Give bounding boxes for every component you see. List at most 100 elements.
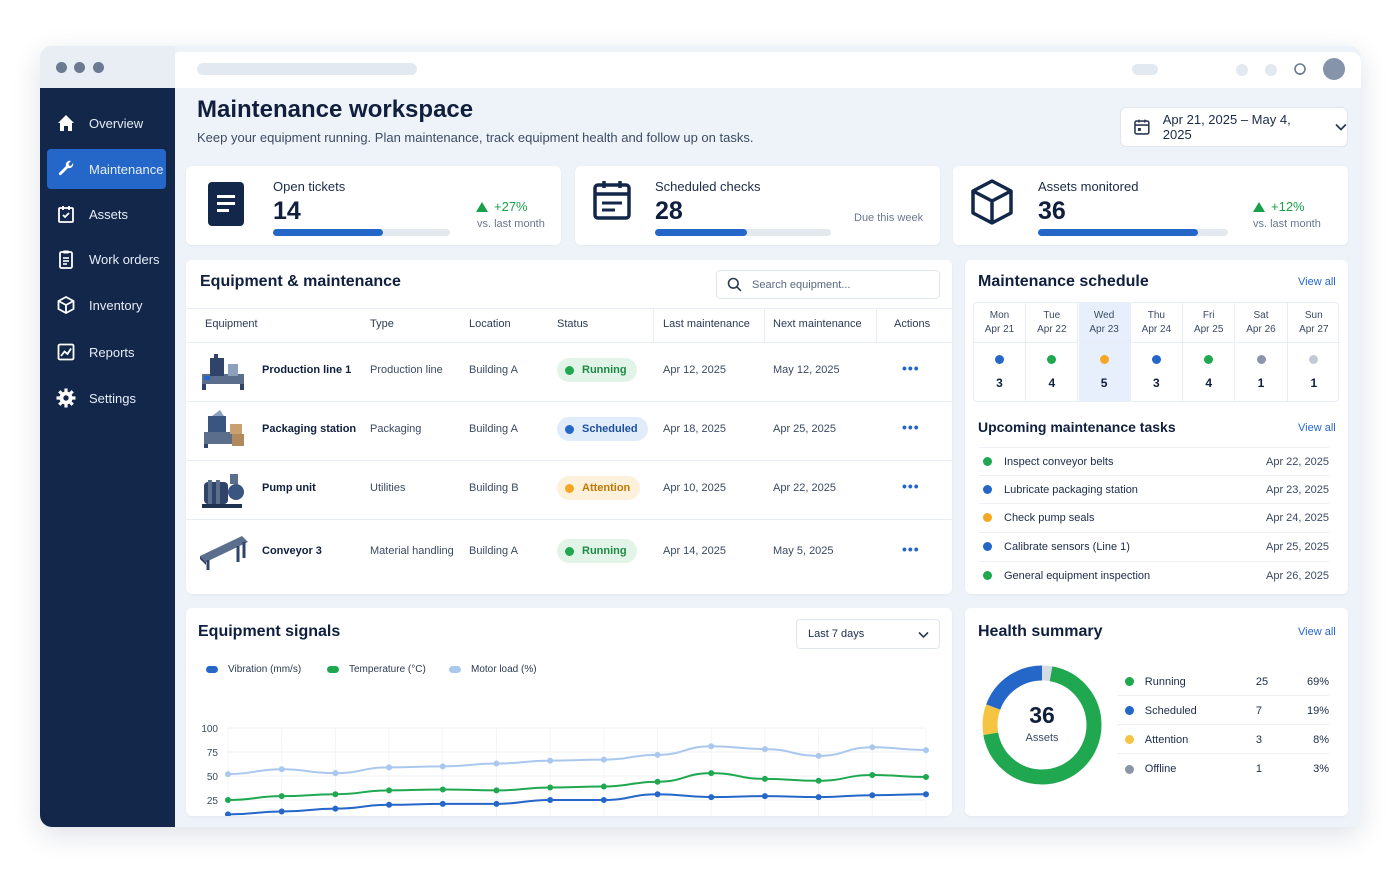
task-item[interactable]: Inspect conveyor belts Apr 22, 2025	[979, 447, 1329, 475]
window-minimize-button[interactable]	[74, 62, 85, 73]
health-view-all-link[interactable]: View all	[1298, 626, 1336, 638]
health-pct: 3%	[1313, 763, 1329, 775]
equipment-name[interactable]: Conveyor 3	[262, 545, 322, 557]
health-row[interactable]: Running 25 69%	[1117, 668, 1329, 696]
toolbar-dot-2[interactable]	[1265, 64, 1277, 76]
data-point	[869, 744, 876, 751]
column-header[interactable]: Status	[557, 318, 588, 330]
status-badge: Running	[557, 358, 637, 382]
sidebar-item-settings[interactable]: Settings	[47, 378, 166, 418]
data-point	[547, 784, 554, 791]
equipment-type: Material handling	[370, 545, 454, 557]
task-item[interactable]: General equipment inspection Apr 26, 2025	[979, 561, 1329, 589]
schedule-day-marker	[1309, 355, 1319, 364]
schedule-panel: Maintenance schedule View all Upcoming m…	[965, 260, 1348, 594]
column-header[interactable]: Last maintenance	[663, 318, 750, 330]
toolbar-dot-1[interactable]	[1236, 64, 1248, 76]
kpi-card-assets-monitored[interactable]: Assets monitored 36 +12% vs. last month	[953, 166, 1348, 245]
data-point	[547, 757, 554, 764]
last-maintenance: Apr 10, 2025	[663, 482, 726, 494]
sidebar-item-reports[interactable]: Reports	[47, 332, 166, 372]
sidebar-item-label: Assets	[89, 206, 129, 222]
tasks-view-all-link[interactable]: View all	[1298, 422, 1336, 434]
schedule-day-name: Wed	[1093, 310, 1115, 321]
kpi-note: vs. last month	[477, 218, 545, 230]
address-bar[interactable]	[197, 63, 417, 75]
equipment-name[interactable]: Production line 1	[262, 364, 351, 376]
task-item[interactable]: Lubricate packaging station Apr 23, 2025	[979, 475, 1329, 503]
status-label: Attention	[582, 482, 631, 494]
health-pct: 19%	[1306, 704, 1329, 717]
sidebar-item-work-orders[interactable]: Work orders	[47, 239, 166, 279]
more-actions-button[interactable]: •••	[902, 478, 920, 494]
task-label: General equipment inspection	[1004, 569, 1151, 582]
status-badge: Attention	[557, 476, 641, 500]
data-point	[654, 778, 661, 785]
more-actions-button[interactable]: •••	[902, 541, 920, 557]
data-point	[708, 743, 715, 750]
notification-icon[interactable]	[1293, 62, 1307, 76]
tasks-title: Upcoming maintenance tasks	[978, 419, 1176, 435]
kpi-label: Open tickets	[273, 179, 346, 194]
health-row[interactable]: Attention 3 8%	[1117, 726, 1329, 754]
schedule-day-wed[interactable]: Wed Apr 23 5	[1078, 302, 1131, 402]
task-item[interactable]: Calibrate sensors (Line 1) Apr 25, 2025	[979, 532, 1329, 560]
task-label: Lubricate packaging station	[1004, 483, 1138, 496]
more-actions-button[interactable]: •••	[902, 360, 920, 376]
column-header[interactable]: Actions	[894, 318, 930, 330]
kpi-delta: +27%	[476, 199, 528, 214]
signals-panel: Equipment signals Last 7 days Vibration …	[186, 608, 952, 816]
data-point	[815, 777, 822, 784]
column-header[interactable]: Location	[469, 318, 511, 330]
sidebar-item-inventory[interactable]: Inventory	[47, 285, 166, 325]
table-row[interactable]: Pump unit Utilities Building B Attention…	[186, 460, 952, 519]
kpi-card-open-tickets[interactable]: Open tickets 14 +27% vs. last month	[186, 166, 561, 245]
sidebar-item-overview[interactable]: Overview	[47, 103, 166, 143]
window-maximize-button[interactable]	[93, 62, 104, 73]
data-point	[547, 797, 554, 803]
column-header[interactable]: Next maintenance	[773, 318, 862, 330]
wrench-icon	[55, 158, 77, 180]
conveyor-image	[200, 536, 248, 570]
search-input[interactable]: Search equipment...	[716, 270, 940, 299]
sidebar-item-maintenance[interactable]: Maintenance	[47, 149, 166, 189]
schedule-day-sun[interactable]: Sun Apr 27 1	[1287, 302, 1340, 402]
y-tick-label: 75	[207, 748, 219, 759]
column-header[interactable]: Type	[370, 318, 394, 330]
column-header[interactable]: Equipment	[205, 318, 258, 330]
schedule-day-sat[interactable]: Sat Apr 26 1	[1235, 302, 1288, 402]
schedule-day-mon[interactable]: Mon Apr 21 3	[974, 302, 1026, 402]
avatar[interactable]	[1323, 58, 1345, 80]
equipment-location: Building A	[469, 423, 518, 435]
data-point	[386, 801, 393, 808]
schedule-day-tue[interactable]: Tue Apr 22 4	[1026, 302, 1079, 402]
schedule-view-all-link[interactable]: View all	[1298, 276, 1336, 288]
task-item[interactable]: Check pump seals Apr 24, 2025	[979, 503, 1329, 531]
status-badge: Scheduled	[557, 417, 648, 441]
table-row[interactable]: Packaging station Packaging Building A S…	[186, 401, 952, 460]
health-panel: Health summary View all 36 Assets Runnin…	[965, 608, 1348, 816]
health-row[interactable]: Scheduled 7 19%	[1117, 697, 1329, 725]
table-row[interactable]: Production line 1 Production line Buildi…	[186, 342, 952, 401]
equipment-location: Building A	[469, 545, 518, 557]
more-actions-button[interactable]: •••	[902, 419, 920, 435]
schedule-day-name: Thu	[1147, 310, 1165, 321]
next-maintenance: May 5, 2025	[773, 545, 834, 557]
window-close-button[interactable]	[56, 62, 67, 73]
health-count: 25	[1255, 675, 1269, 688]
data-point	[439, 800, 446, 807]
status-label: Scheduled	[582, 423, 638, 435]
schedule-day-thu[interactable]: Thu Apr 24 3	[1130, 302, 1183, 402]
data-point	[923, 791, 929, 798]
table-row[interactable]: Conveyor 3 Material handling Building A …	[186, 519, 952, 578]
toolbar-pill[interactable]	[1132, 64, 1158, 75]
equipment-name[interactable]: Pump unit	[262, 482, 316, 494]
date-range-picker[interactable]: Apr 21, 2025 – May 4, 2025	[1120, 107, 1348, 147]
kpi-card-scheduled-checks[interactable]: Scheduled checks 28 Due this week	[575, 166, 940, 245]
schedule-day-fri[interactable]: Fri Apr 25 4	[1183, 302, 1236, 402]
sidebar-item-assets[interactable]: Assets	[47, 194, 166, 234]
health-row[interactable]: Offline 1 3%	[1117, 755, 1329, 783]
health-title: Health summary	[978, 623, 1103, 640]
equipment-name[interactable]: Packaging station	[262, 423, 356, 435]
equipment-type: Packaging	[370, 423, 422, 435]
